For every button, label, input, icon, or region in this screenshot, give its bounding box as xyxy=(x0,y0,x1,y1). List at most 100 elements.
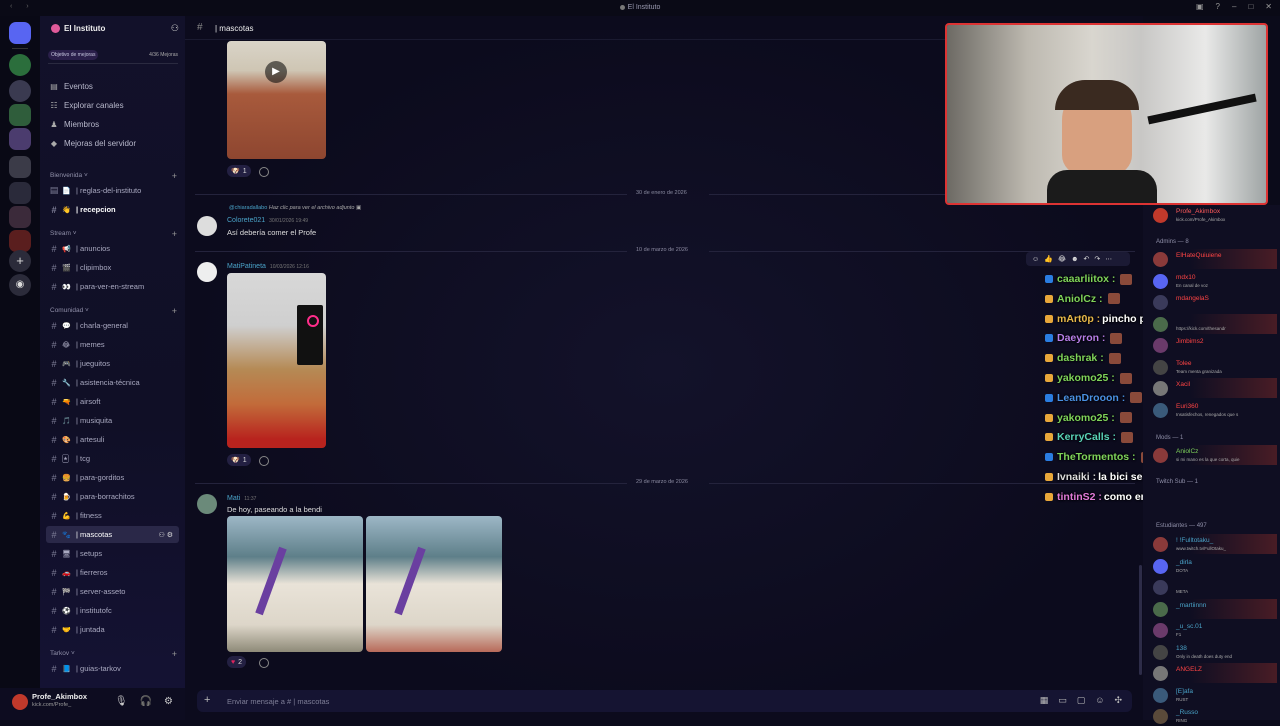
reaction[interactable]: 🐶 1 xyxy=(227,165,251,177)
channel-setups[interactable]: # 🖥 | setups xyxy=(46,545,179,562)
reaction-icon[interactable]: 👍 xyxy=(1044,255,1053,263)
channel-juntada[interactable]: # 🤝 | juntada xyxy=(46,621,179,638)
add-channel-icon[interactable]: + xyxy=(172,171,177,181)
image-attachment[interactable] xyxy=(227,516,363,652)
avatar[interactable] xyxy=(12,694,28,710)
help-icon[interactable]: ? xyxy=(1216,2,1220,11)
message-author[interactable]: Mati 11:37 xyxy=(227,495,256,502)
member-item[interactable]: _u_sc.01 F1 xyxy=(1153,620,1277,640)
sticker-icon[interactable]: ▢ xyxy=(1077,695,1086,706)
boost-goal[interactable]: Objetivo de mejoras 4/36 Mejoras xyxy=(48,49,178,64)
member-item[interactable]: mdangelaS xyxy=(1153,292,1277,312)
channel-para-ver[interactable]: # 👀 | para-ver-en-stream xyxy=(46,278,179,295)
member-item[interactable]: ! !Fulltotaku_ www.twitch.tv/FullOtaku_ xyxy=(1153,534,1277,554)
invite-icon[interactable]: ⚇ xyxy=(171,23,179,34)
upload-icon[interactable]: + xyxy=(204,694,210,706)
minimize-button[interactable]: – xyxy=(1232,2,1236,11)
member-item[interactable]: Xacil xyxy=(1153,378,1277,398)
nav-members[interactable]: ♟ Miembros xyxy=(50,116,99,132)
reply-icon[interactable]: ↶ xyxy=(1083,255,1089,263)
apps-icon[interactable]: ✣ xyxy=(1114,695,1122,706)
forward-icon[interactable]: ↷ xyxy=(1094,255,1100,263)
category-tarkov[interactable]: Tarkov ˅ + xyxy=(50,649,177,659)
nav-explore-channels[interactable]: ☷ Explorar canales xyxy=(50,97,123,113)
channel-artesuli[interactable]: # 🎨 | artesuli xyxy=(46,431,179,448)
server-icon[interactable] xyxy=(9,230,31,252)
channel-jueguitos[interactable]: # 🎮 | jueguitos xyxy=(46,355,179,372)
channel-anuncios[interactable]: # 📢 | anuncios xyxy=(46,240,179,257)
member-item[interactable]: AniolCz si mi mano es la que corta, quie xyxy=(1153,445,1277,465)
channel-airsoft[interactable]: # 🔫 | airsoft xyxy=(46,393,179,410)
maximize-button[interactable]: □ xyxy=(1248,2,1253,11)
channel-tcg[interactable]: # 🃏 | tcg xyxy=(46,450,179,467)
channel-mascotas[interactable]: # 🐾 | mascotas ⚇ ⚙ xyxy=(46,526,179,543)
channel-recepcion[interactable]: # 👋 | recepcion xyxy=(46,201,179,218)
member-item[interactable]: https://kick.com/thesandr xyxy=(1153,313,1277,334)
more-icon[interactable]: ⋯ xyxy=(1105,255,1112,263)
member-item[interactable]: mdx10 En canal de voz xyxy=(1153,271,1277,291)
add-reaction-icon[interactable] xyxy=(259,456,269,466)
member-item[interactable]: Jimbims2 xyxy=(1153,335,1277,355)
member-item[interactable]: _Russo RING xyxy=(1153,706,1277,726)
gif-icon[interactable]: ▭ xyxy=(1058,695,1067,706)
microphone-icon[interactable]: 🎙 xyxy=(115,696,128,707)
channel-guias-tarkov[interactable]: # 📘 | guias-tarkov xyxy=(46,660,179,677)
message-author[interactable]: Colorete021 30/01/2026 19:49 xyxy=(227,217,308,224)
home-icon[interactable] xyxy=(9,22,31,44)
reaction-icon[interactable]: 😂 xyxy=(1058,255,1066,263)
member-item[interactable]: _dirla DOTA xyxy=(1153,556,1277,576)
guild-header[interactable]: El Instituto ⚇ xyxy=(40,16,185,44)
reaction[interactable]: ♥ 2 xyxy=(227,656,247,668)
chat-scrollbar[interactable] xyxy=(1139,565,1142,675)
add-reaction-icon[interactable] xyxy=(259,167,269,177)
add-channel-icon[interactable]: + xyxy=(172,229,177,239)
member-item[interactable]: 138 Only in death does duty end xyxy=(1153,642,1277,662)
avatar[interactable] xyxy=(197,262,217,282)
channel-charla[interactable]: # 💬 | charla-general xyxy=(46,317,179,334)
server-icon[interactable] xyxy=(9,182,31,204)
emoji-icon[interactable]: ☺ xyxy=(1095,695,1104,706)
category-bienvenida[interactable]: Bienvenida ˅ + xyxy=(50,171,177,181)
member-item[interactable]: ANGELZ xyxy=(1153,663,1277,683)
add-reaction-icon[interactable] xyxy=(259,658,269,668)
settings-icon[interactable]: ⚙ xyxy=(167,532,173,539)
message-author[interactable]: MatiPatineta 10/03/2026 12:16 xyxy=(227,263,309,270)
reaction[interactable]: 🐶 1 xyxy=(227,454,251,466)
emoji-icon[interactable]: ☺ xyxy=(1032,256,1039,263)
settings-icon[interactable]: ⚙ xyxy=(164,696,173,707)
channel-musiquita[interactable]: # 🎵 | musiquita xyxy=(46,412,179,429)
channel-para-gorditos[interactable]: # 🍔 | para-gorditos xyxy=(46,469,179,486)
member-item[interactable]: Profe_Akimbox kick.com/Profe_Akimbox xyxy=(1153,205,1277,225)
member-item[interactable]: META xyxy=(1153,577,1277,597)
inbox-icon[interactable]: ▣ xyxy=(1196,2,1204,11)
channel-memes[interactable]: # 😂 | memes xyxy=(46,336,179,353)
channel-para-borrachitos[interactable]: # 🍺 | para-borrachitos xyxy=(46,488,179,505)
channel-fitness[interactable]: # 💪 | fitness xyxy=(46,507,179,524)
server-icon[interactable] xyxy=(9,206,31,228)
member-item[interactable]: Euri360 Insatisfechos, renegados que s xyxy=(1153,400,1277,420)
nav-server-boosts[interactable]: ◆ Mejoras del servidor xyxy=(50,135,136,151)
member-item[interactable]: Tolee Team menta granizada xyxy=(1153,357,1277,377)
gift-icon[interactable]: ▦ xyxy=(1040,695,1049,706)
add-reaction-icon[interactable]: ☻ xyxy=(1071,256,1078,263)
message-composer[interactable]: + Enviar mensaje a # | mascotas ▦ ▭ ▢ ☺ … xyxy=(197,690,1132,712)
add-channel-icon[interactable]: + xyxy=(172,649,177,659)
member-item[interactable]: _martiinnn xyxy=(1153,598,1277,619)
play-icon[interactable]: ▶ xyxy=(265,61,287,83)
channel-fierreros[interactable]: # 🚗 | fierreros xyxy=(46,564,179,581)
category-comunidad[interactable]: Comunidad ˅ + xyxy=(50,306,177,316)
channel-clipimbox[interactable]: # 🎬 | clipimbox xyxy=(46,259,179,276)
server-icon[interactable] xyxy=(9,54,31,76)
message-input[interactable]: Enviar mensaje a # | mascotas xyxy=(227,697,329,706)
category-stream[interactable]: Stream ˅ + xyxy=(50,229,177,239)
avatar[interactable] xyxy=(197,216,217,236)
discover-icon[interactable]: ◉ xyxy=(9,274,31,296)
member-item[interactable]: ElHateQuiuiene xyxy=(1153,249,1277,269)
headphones-icon[interactable]: 🎧 xyxy=(140,696,152,707)
channel-server-asseto[interactable]: # 🏁 | server-asseto xyxy=(46,583,179,600)
member-item[interactable]: [E]afa RUST xyxy=(1153,685,1277,705)
avatar[interactable] xyxy=(197,494,217,514)
image-attachment[interactable] xyxy=(366,516,502,652)
server-icon[interactable] xyxy=(9,128,31,150)
server-icon[interactable] xyxy=(9,156,31,178)
